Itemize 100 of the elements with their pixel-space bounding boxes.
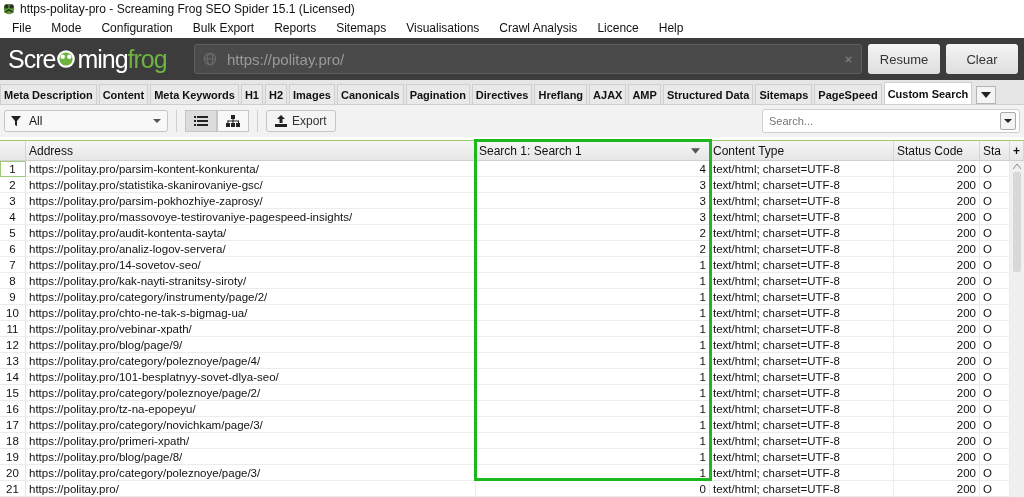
row-number: 8: [0, 273, 26, 289]
tab[interactable]: Images: [289, 84, 335, 104]
table-cell: https://politay.pro/audit-kontenta-sayta/: [26, 225, 476, 241]
row-number: 5: [0, 225, 26, 241]
table-cell: text/html; charset=UTF-8: [710, 465, 894, 481]
table-cell: 200: [894, 465, 980, 481]
export-button[interactable]: Export: [266, 110, 336, 132]
row-number: 21: [0, 481, 26, 497]
table-cell: https://politay.pro/category/poleznoye/page/4/: [26, 353, 476, 369]
toolbar-button[interactable]: Clear: [946, 44, 1018, 74]
column-header[interactable]: Status Code: [894, 141, 980, 161]
table-cell: 200: [894, 385, 980, 401]
table-cell: 1: [476, 305, 710, 321]
tab[interactable]: Meta Keywords: [150, 84, 239, 104]
row-number: 2: [0, 177, 26, 193]
scroll-up-icon[interactable]: [1013, 164, 1021, 169]
menu-item[interactable]: Visualisations: [406, 21, 480, 35]
table-cell: 4: [476, 161, 710, 177]
row-number: 7: [0, 257, 26, 273]
table-cell: https://politay.pro/kak-nayti-stranitsy-siroty/: [26, 273, 476, 289]
table-cell: 200: [894, 417, 980, 433]
table-cell: 200: [894, 161, 980, 177]
tab[interactable]: Canonicals: [336, 84, 404, 104]
table-cell: 200: [894, 273, 980, 289]
table-cell: https://politay.pro/category/poleznoye/page/2/: [26, 385, 476, 401]
tab[interactable]: Structured Data: [662, 84, 754, 104]
table-cell: 2: [476, 225, 710, 241]
tab[interactable]: Pagination: [405, 84, 470, 104]
frog-icon: [55, 48, 78, 70]
add-column-button[interactable]: +: [1010, 141, 1024, 161]
table-cell: 200: [894, 481, 980, 497]
tab[interactable]: Directives: [471, 84, 533, 104]
table-cell: text/html; charset=UTF-8: [710, 449, 894, 465]
filter-icon: [11, 116, 21, 126]
tab-menu-button[interactable]: [976, 86, 997, 104]
tree-view-button[interactable]: [217, 110, 249, 132]
toolbar-button[interactable]: Resume: [868, 44, 940, 74]
table-cell: text/html; charset=UTF-8: [710, 273, 894, 289]
tab[interactable]: H1: [240, 84, 263, 104]
column-header[interactable]: Address: [26, 141, 476, 161]
list-view-button[interactable]: [185, 110, 217, 132]
tab[interactable]: Custom Search: [883, 82, 973, 104]
table-cell: text/html; charset=UTF-8: [710, 305, 894, 321]
table-cell: 1: [476, 337, 710, 353]
scrollbar[interactable]: [1010, 161, 1024, 497]
table-cell: 1: [476, 417, 710, 433]
row-number: 13: [0, 353, 26, 369]
logo: Scre mingfrog: [8, 44, 168, 74]
table-cell: 3: [476, 193, 710, 209]
table-cell: text/html; charset=UTF-8: [710, 321, 894, 337]
menu-item[interactable]: Crawl Analysis: [499, 21, 578, 35]
table-cell: https://politay.pro/parsim-pokhozhiye-zaprosy/: [26, 193, 476, 209]
table-cell: 200: [894, 241, 980, 257]
row-number: 9: [0, 289, 26, 305]
tab[interactable]: AJAX: [589, 84, 627, 104]
search-box[interactable]: Search...: [762, 109, 1020, 133]
table-cell: 0: [476, 481, 710, 497]
caret-icon[interactable]: [691, 147, 700, 154]
table-cell: 200: [894, 193, 980, 209]
table-cell: 1: [476, 433, 710, 449]
column-header[interactable]: Sta: [980, 141, 1010, 161]
table-cell: text/html; charset=UTF-8: [710, 481, 894, 497]
filter-dropdown[interactable]: All: [4, 110, 168, 132]
tab[interactable]: PageSpeed: [814, 84, 882, 104]
search-options-button[interactable]: [1000, 112, 1016, 130]
menu-item[interactable]: Sitemaps: [336, 21, 387, 35]
table-cell: 1: [476, 289, 710, 305]
table-cell: 200: [894, 225, 980, 241]
tab[interactable]: Sitemaps: [755, 84, 813, 104]
table-cell: text/html; charset=UTF-8: [710, 417, 894, 433]
menu-item[interactable]: Configuration: [101, 21, 173, 35]
table-cell: https://politay.pro/analiz-logov-servera/: [26, 241, 476, 257]
tab[interactable]: AMP: [628, 84, 661, 104]
table-cell: text/html; charset=UTF-8: [710, 369, 894, 385]
menu-item[interactable]: Bulk Export: [192, 21, 255, 35]
menu-item[interactable]: Licence: [597, 21, 639, 35]
table-cell: text/html; charset=UTF-8: [710, 209, 894, 225]
table-cell: https://politay.pro/: [26, 481, 476, 497]
table-cell: 200: [894, 305, 980, 321]
row-number: 1: [0, 161, 26, 177]
table-cell: https://politay.pro/101-besplatnyy-sovet-dlya-seo/: [26, 369, 476, 385]
table-cell: 1: [476, 385, 710, 401]
tab[interactable]: Content: [98, 84, 149, 104]
table-cell: 200: [894, 257, 980, 273]
tab[interactable]: Meta Description: [0, 84, 97, 104]
column-header[interactable]: Content Type: [710, 141, 894, 161]
table-cell: https://politay.pro/massovoye-testirovaniye-pagespeed-insights/: [26, 209, 476, 225]
menu-item[interactable]: Mode: [51, 21, 82, 35]
row-number: 3: [0, 193, 26, 209]
row-number: 6: [0, 241, 26, 257]
menu-item[interactable]: File: [12, 21, 32, 35]
tab[interactable]: Hreflang: [534, 84, 588, 104]
menu-item[interactable]: Reports: [274, 21, 317, 35]
globe-icon: [203, 52, 217, 66]
table-cell: text/html; charset=UTF-8: [710, 353, 894, 369]
search-field[interactable]: Search...: [763, 111, 1000, 131]
tab[interactable]: H2: [264, 84, 287, 104]
scrollbar-thumb[interactable]: [1013, 172, 1021, 272]
table-cell: 1: [476, 257, 710, 273]
menu-item[interactable]: Help: [658, 21, 684, 35]
